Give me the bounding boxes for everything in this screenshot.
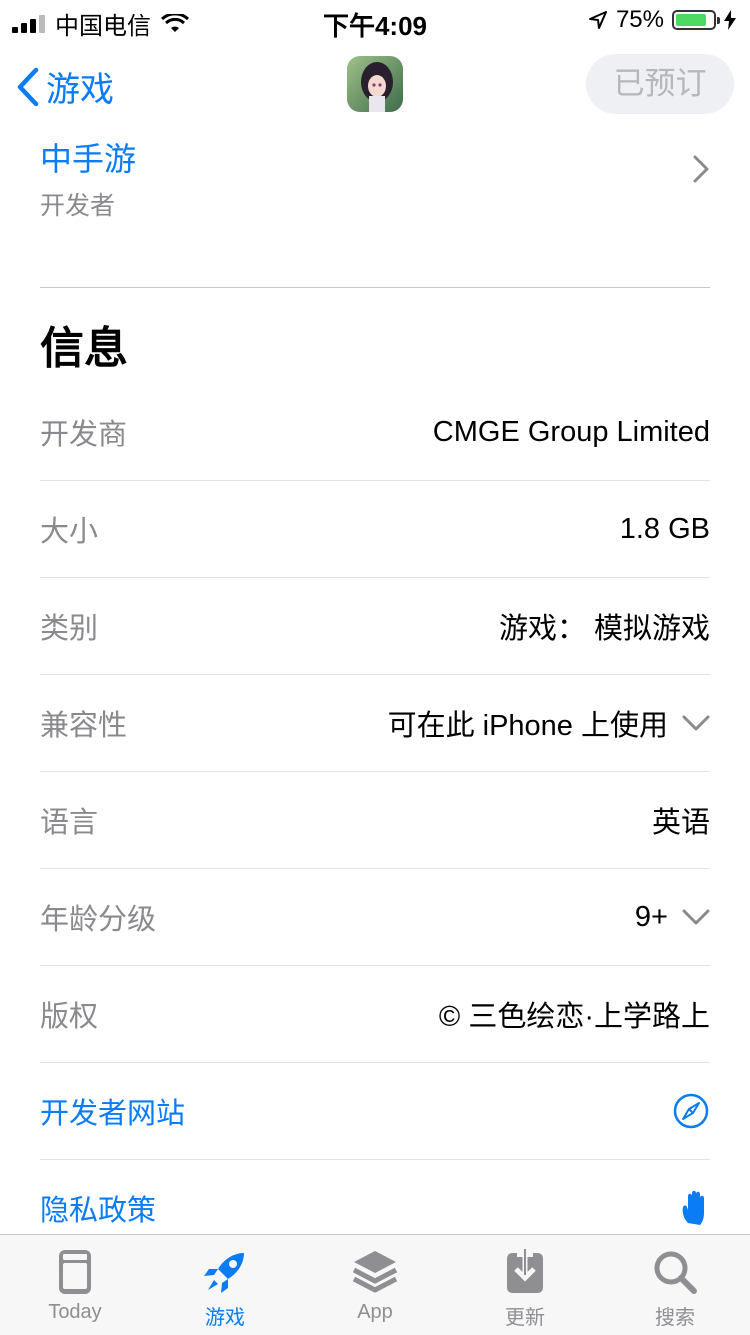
info-row-developer: 开发商 CMGE Group Limited — [40, 384, 710, 481]
battery-percent: 75% — [615, 6, 664, 33]
info-value: © 三色绘恋·上学路上 — [438, 1001, 710, 1033]
info-row-size: 大小 1.8 GB — [40, 481, 710, 578]
app-icon — [347, 56, 403, 112]
status-bar: 中国电信 下午4:09 75% — [0, 0, 750, 41]
preordered-button[interactable]: 已预订 — [586, 54, 734, 114]
info-value: 游戏： 模拟游戏 — [498, 613, 710, 645]
info-row-age-rating[interactable]: 年龄分级 9+ — [40, 869, 710, 966]
back-button[interactable]: 游戏 — [16, 62, 114, 111]
chevron-right-icon — [693, 155, 709, 183]
developer-website-link[interactable]: 开发者网站 — [40, 1063, 710, 1160]
info-row-language: 语言 英语 — [40, 772, 710, 869]
charging-bolt-icon — [724, 10, 736, 30]
info-value: 英语 — [651, 807, 710, 839]
info-label: 大小 — [40, 516, 99, 548]
location-arrow-icon — [588, 11, 607, 29]
search-icon — [654, 1251, 697, 1294]
tab-search[interactable]: 搜索 — [600, 1235, 750, 1335]
chevron-left-icon — [17, 67, 39, 106]
hand-icon — [682, 1190, 704, 1225]
tab-today[interactable]: Today — [0, 1235, 150, 1335]
info-row-compatibility[interactable]: 兼容性 可在此 iPhone 上使用 — [40, 675, 710, 772]
info-value: CMGE Group Limited — [432, 415, 710, 448]
developer-name: 中手游 — [40, 141, 137, 177]
back-label: 游戏 — [46, 71, 114, 109]
tab-bar: Today 游戏 App 更新 搜索 — [0, 1234, 750, 1335]
rocket-icon — [204, 1253, 244, 1293]
info-label: 开发商 — [40, 419, 128, 451]
tab-label: Today — [48, 1301, 102, 1323]
layers-icon — [352, 1251, 398, 1293]
info-label: 兼容性 — [40, 710, 128, 742]
today-icon — [59, 1250, 91, 1294]
link-label: 隐私政策 — [40, 1195, 157, 1227]
tab-label: App — [357, 1301, 393, 1323]
tab-apps[interactable]: App — [300, 1235, 450, 1335]
info-row-category: 类别 游戏： 模拟游戏 — [40, 578, 710, 675]
section-divider — [40, 287, 710, 288]
section-title: 信息 — [40, 324, 128, 373]
info-row-copyright: 版权 © 三色绘恋·上学路上 — [40, 966, 710, 1063]
compass-icon — [673, 1093, 709, 1129]
info-value: 9+ — [635, 901, 710, 934]
tab-games[interactable]: 游戏 — [150, 1235, 300, 1335]
info-label: 版权 — [40, 1001, 99, 1033]
info-value: 1.8 GB — [619, 512, 710, 545]
nav-bar: 游戏 已预订 — [0, 44, 750, 126]
chevron-down-icon[interactable] — [682, 714, 710, 732]
tab-label: 更新 — [505, 1307, 545, 1329]
link-label: 开发者网站 — [40, 1098, 186, 1130]
info-value: 可在此 iPhone 上使用 — [388, 702, 710, 744]
chevron-down-icon[interactable] — [682, 908, 710, 926]
info-list: 开发商 CMGE Group Limited 大小 1.8 GB 类别 游戏： … — [40, 384, 710, 1256]
info-label: 年龄分级 — [40, 904, 157, 936]
info-label: 语言 — [40, 807, 99, 839]
battery-icon — [672, 10, 720, 30]
download-icon — [507, 1249, 543, 1293]
tab-label: 搜索 — [655, 1307, 695, 1329]
developer-subtitle: 开发者 — [40, 192, 116, 220]
tab-updates[interactable]: 更新 — [450, 1235, 600, 1335]
developer-row[interactable]: 中手游 开发者 — [40, 134, 710, 220]
info-label: 类别 — [40, 613, 99, 645]
tab-label: 游戏 — [205, 1307, 245, 1329]
